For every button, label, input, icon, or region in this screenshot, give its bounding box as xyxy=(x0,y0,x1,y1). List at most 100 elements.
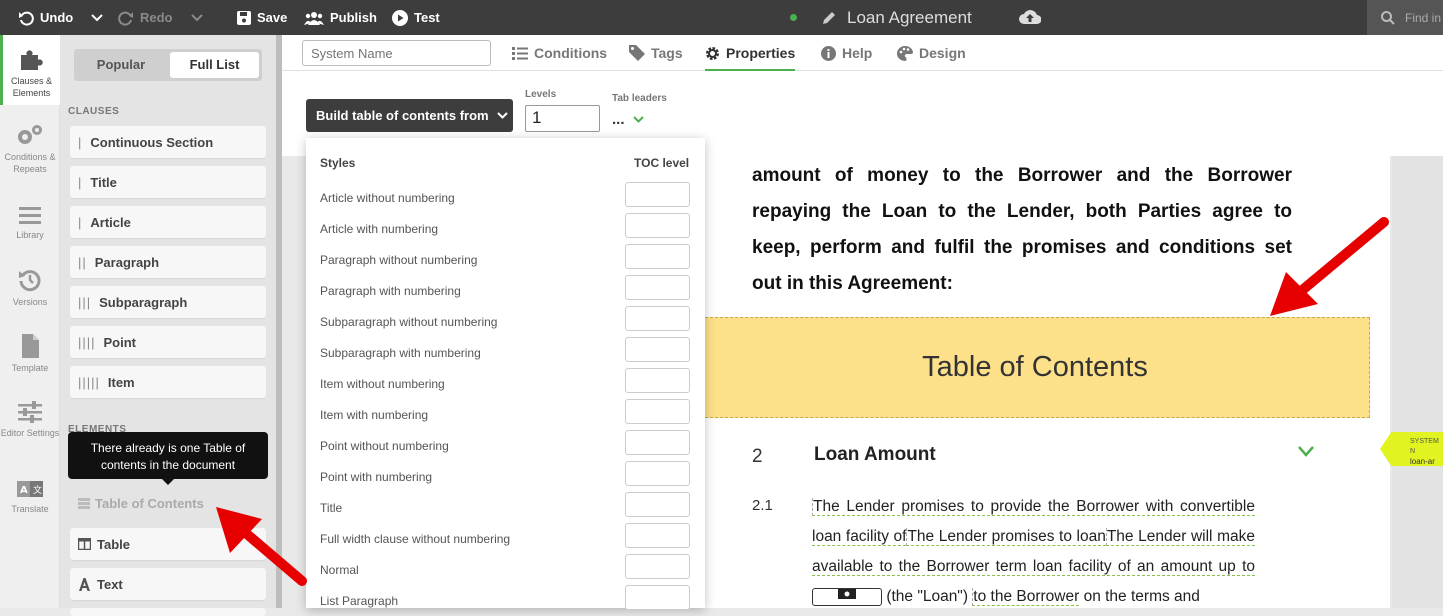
toc-level-input[interactable] xyxy=(625,585,690,610)
element-table[interactable]: Table xyxy=(70,528,266,560)
toc-level-input[interactable] xyxy=(625,461,690,486)
tab-label: Conditions xyxy=(534,45,608,61)
chevron-down-icon[interactable] xyxy=(1298,446,1314,457)
tab-design[interactable]: Design xyxy=(897,35,966,71)
element-label: Table of Contents xyxy=(95,495,204,511)
toc-level-input[interactable] xyxy=(625,244,690,269)
toc-styles-dropdown: Styles TOC level Article without numberi… xyxy=(306,138,705,610)
sidebar-item-template[interactable]: Template xyxy=(0,334,60,374)
undo-button[interactable]: Undo xyxy=(18,0,103,35)
properties-tabs: Conditions Tags Properties Help Design xyxy=(282,35,1443,71)
clause-continuous-section[interactable]: | Continuous Section xyxy=(70,126,266,158)
find-input[interactable]: Find in xyxy=(1367,0,1443,35)
build-toc-dropdown[interactable]: Build table of contents from xyxy=(306,99,513,132)
element-label: Text xyxy=(97,576,123,592)
clause-subparagraph[interactable]: ||| Subparagraph xyxy=(70,286,266,318)
search-icon xyxy=(1381,10,1395,25)
toc-level-input[interactable] xyxy=(625,430,690,455)
sidebar-item-conditions[interactable]: Conditions & Repeats xyxy=(0,123,60,175)
clause-paragraph[interactable]: || Paragraph xyxy=(70,246,266,278)
toc-level-input[interactable] xyxy=(625,182,690,207)
document-title-text: Loan Agreement xyxy=(847,7,972,27)
toc-style-label: Item without numbering xyxy=(320,377,445,391)
puzzle-icon xyxy=(20,50,43,70)
svg-text:A: A xyxy=(20,485,28,496)
tab-conditions[interactable]: Conditions xyxy=(512,35,607,71)
element-palette: Popular Full List CLAUSES | Continuous Se… xyxy=(60,35,276,616)
toc-style-row: Item with numbering xyxy=(320,399,690,430)
clause-title[interactable]: | Title xyxy=(70,166,266,198)
play-icon xyxy=(392,9,408,26)
toc-style-label: Subparagraph without numbering xyxy=(320,315,498,329)
clause-text[interactable]: The Lender promises to provide the Borro… xyxy=(812,492,1255,612)
clause-article[interactable]: | Article xyxy=(70,206,266,238)
save-label: Save xyxy=(257,10,288,25)
element-next[interactable] xyxy=(70,608,266,616)
toc-style-row: Subparagraph with numbering xyxy=(320,337,690,368)
table-of-contents-block[interactable]: Table of Contents xyxy=(700,317,1370,418)
sidebar-item-label: Conditions & Repeats xyxy=(4,152,56,174)
document-title[interactable]: Loan Agreement xyxy=(790,0,972,35)
gears-icon xyxy=(18,125,42,144)
toc-style-row: Full width clause without numbering xyxy=(320,523,690,554)
test-button[interactable]: Test xyxy=(392,0,440,35)
chevron-down-icon[interactable] xyxy=(91,13,103,22)
toc-style-row: Point without numbering xyxy=(320,430,690,461)
toc-level-input[interactable] xyxy=(625,368,690,393)
tab-leaders-value: ... xyxy=(612,111,625,128)
toc-style-label: Item with numbering xyxy=(320,408,429,422)
info-icon xyxy=(821,45,836,61)
toc-style-row: Paragraph without numbering xyxy=(320,244,690,275)
left-icon-bar: Clauses & Elements Conditions & Repeats … xyxy=(0,35,60,608)
clause-item[interactable]: ||||| Item xyxy=(70,366,266,398)
toc-level-input[interactable] xyxy=(625,492,690,517)
toc-style-label: Article without numbering xyxy=(320,191,455,205)
levels-input[interactable]: 1 xyxy=(525,105,600,132)
gear-icon xyxy=(706,46,719,60)
system-name-input[interactable] xyxy=(302,40,491,66)
save-button[interactable]: Save xyxy=(237,0,287,35)
toc-level-input[interactable] xyxy=(625,306,690,331)
tab-leaders-select[interactable]: ... xyxy=(612,111,644,128)
toc-level-input[interactable] xyxy=(625,337,690,362)
toc-level-input[interactable] xyxy=(625,554,690,579)
toc-style-row: Normal xyxy=(320,554,690,585)
sidebar-item-versions[interactable]: Versions xyxy=(0,268,60,308)
redo-icon xyxy=(118,11,133,26)
body-paragraph[interactable]: amount of money to the Borrower and the … xyxy=(752,158,1292,302)
toc-level-input[interactable] xyxy=(625,213,690,238)
save-icon xyxy=(237,10,251,25)
toc-style-label: List Paragraph xyxy=(320,594,399,608)
tab-full-list[interactable]: Full List xyxy=(170,52,259,78)
sidebar-item-editor-settings[interactable]: Editor Settings xyxy=(0,401,60,439)
tab-tags[interactable]: Tags xyxy=(629,35,683,71)
toc-level-input[interactable] xyxy=(625,399,690,424)
sidebar-item-clauses[interactable]: Clauses & Elements xyxy=(0,35,60,105)
toc-level-input[interactable] xyxy=(625,523,690,548)
sidebar-item-library[interactable]: Library xyxy=(0,205,60,241)
undo-icon xyxy=(19,11,34,26)
level-bars: || xyxy=(78,254,87,270)
cloud-upload-icon[interactable] xyxy=(1019,8,1041,26)
publish-button[interactable]: Publish xyxy=(304,0,377,35)
section-title[interactable]: Loan Amount xyxy=(814,444,936,466)
element-text[interactable]: Text xyxy=(70,568,266,600)
chevron-down-icon[interactable] xyxy=(190,13,203,22)
history-icon xyxy=(19,270,41,292)
element-label: Table xyxy=(97,536,130,552)
toc-level-column-header: TOC level xyxy=(634,156,690,170)
tab-help[interactable]: Help xyxy=(821,35,872,71)
toc-level-input[interactable] xyxy=(625,275,690,300)
amount-placeholder[interactable] xyxy=(812,587,882,606)
clause-option-2[interactable]: The Lender promises to loan xyxy=(906,528,1106,546)
redo-button[interactable]: Redo xyxy=(118,0,203,35)
page-gutter xyxy=(1392,156,1443,608)
undo-label: Undo xyxy=(40,10,74,25)
level-bars: | xyxy=(78,134,83,150)
sidebar-item-translate[interactable]: A文 Translate xyxy=(0,481,60,515)
clause-option-4[interactable]: to the Borrower xyxy=(972,588,1080,606)
tab-properties[interactable]: Properties xyxy=(705,35,796,71)
tab-popular[interactable]: Popular xyxy=(77,52,165,78)
clause-point[interactable]: |||| Point xyxy=(70,326,266,358)
system-name-tag[interactable]: SYSTEM N loan-ar xyxy=(1380,432,1443,466)
